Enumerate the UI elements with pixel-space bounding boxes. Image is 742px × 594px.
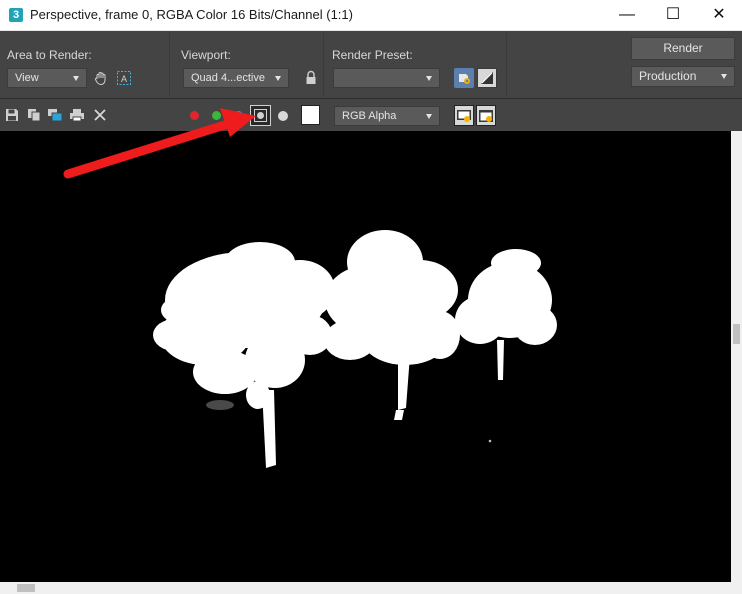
annotation-arrow xyxy=(63,108,256,179)
